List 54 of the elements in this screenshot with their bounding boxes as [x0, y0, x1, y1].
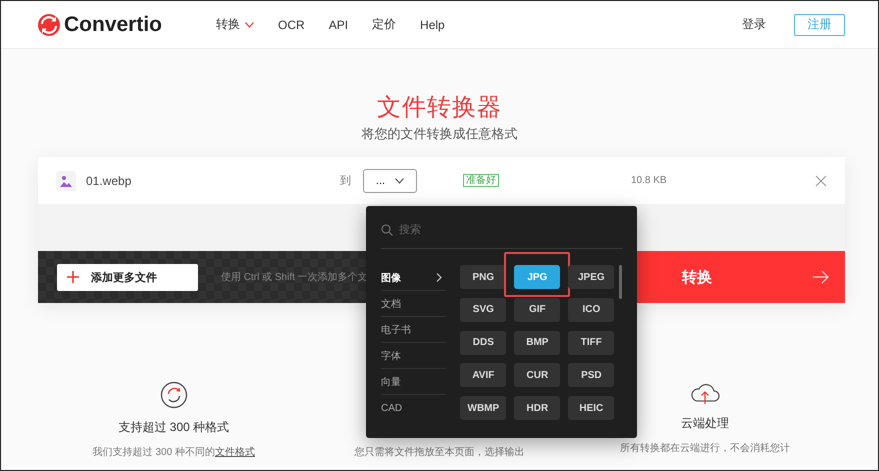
to-label: 到 [340, 174, 351, 188]
feature-description: 您只需将文件拖放至本页面，选择输出 [354, 446, 524, 459]
format-option[interactable]: HDR [514, 396, 560, 420]
format-option[interactable]: CUR [514, 363, 560, 388]
format-option[interactable]: ICO [568, 298, 614, 322]
formats-link[interactable]: 文件格式 [214, 447, 255, 458]
format-option[interactable]: TIFF [568, 330, 614, 355]
refresh-icon [160, 381, 188, 409]
search-icon [381, 224, 393, 236]
cloud-upload-icon [689, 381, 722, 405]
page-title: 文件转换器 [377, 93, 502, 123]
file-size: 10.8 KB [631, 175, 668, 186]
format-option[interactable]: WBMP [460, 396, 506, 420]
plus-icon [67, 271, 79, 283]
format-option[interactable]: DDS [460, 330, 506, 355]
file-name: 01.webp [86, 174, 132, 188]
category-item[interactable]: 文档 [381, 291, 446, 317]
add-files-button[interactable]: 添加更多文件 [57, 264, 198, 290]
category-item[interactable]: CAD [381, 395, 446, 421]
feature-title: 云端处理 [681, 415, 730, 431]
nav-link[interactable]: 定价 [360, 16, 408, 33]
format-option[interactable]: JPEG [568, 265, 614, 289]
convert-button[interactable]: 转换 [636, 251, 845, 303]
arrow-right-icon [813, 270, 829, 284]
format-select[interactable]: ... [363, 168, 417, 192]
nav-link[interactable]: 转换 [204, 16, 266, 33]
hint-text: 使用 Ctrl 或 Shift 一次添加多个文 [221, 270, 368, 284]
search-field[interactable]: 搜索 [399, 224, 599, 236]
format-option[interactable]: HEIC [568, 396, 614, 420]
page-subtitle: 将您的文件转换成任意格式 [362, 125, 518, 143]
status-badge: 准备好 [463, 174, 499, 187]
feature-description: 所有转换都在云端进行，不会消耗您计 [620, 442, 790, 455]
category-item[interactable]: 图像 [381, 265, 446, 291]
format-option[interactable]: SVG [460, 298, 506, 322]
category-item[interactable]: 向量 [381, 369, 446, 395]
category-item[interactable]: 字体 [381, 343, 446, 369]
format-option[interactable]: BMP [514, 330, 560, 355]
logo-icon[interactable] [38, 14, 60, 36]
chevron-right-icon [436, 273, 442, 282]
format-option[interactable]: AVIF [460, 363, 506, 388]
caret-icon [395, 178, 404, 184]
nav-link[interactable]: OCR [266, 16, 317, 33]
nav-link[interactable]: API [316, 16, 360, 33]
category-item[interactable]: 电子书 [381, 317, 446, 343]
logo-text[interactable]: Convertio [64, 12, 162, 36]
format-option[interactable]: GIF [514, 298, 560, 322]
image-file-icon [56, 170, 76, 190]
feature-description: 我们支持超过 300 种不同的文件格式 [92, 446, 255, 459]
format-option[interactable]: PNG [460, 265, 506, 289]
login-link[interactable]: 登录 [736, 15, 772, 34]
nav-link[interactable]: Help [408, 16, 457, 33]
feature-title: 支持超过 300 种格式 [118, 419, 230, 435]
format-option[interactable]: PSD [568, 363, 614, 388]
close-icon[interactable] [815, 174, 827, 186]
